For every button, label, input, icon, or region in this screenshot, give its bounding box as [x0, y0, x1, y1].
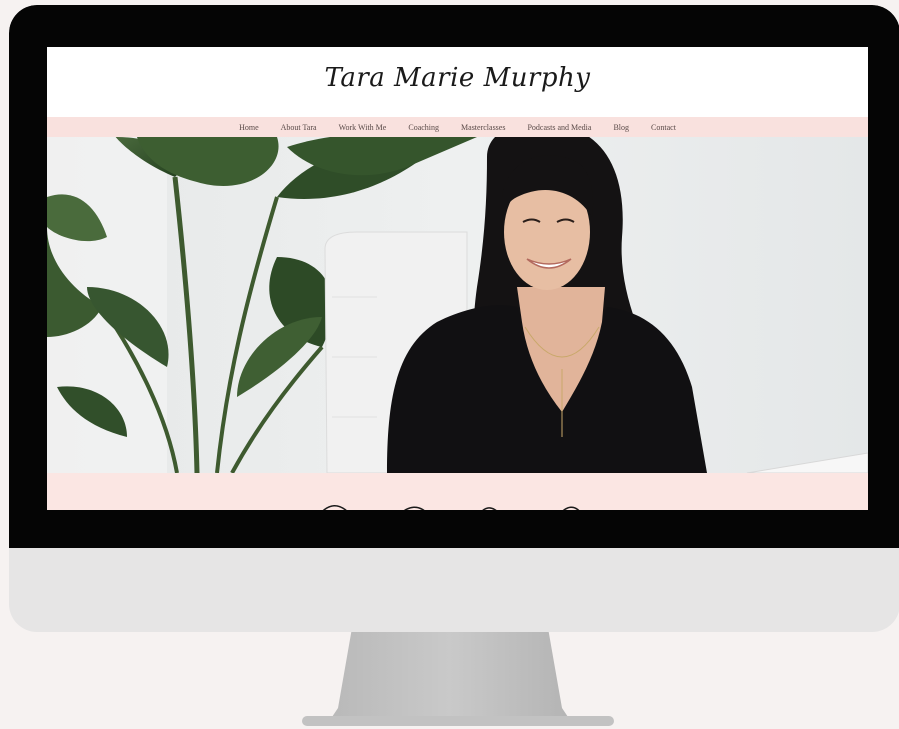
nav-item-masterclasses[interactable]: Masterclasses	[461, 123, 505, 132]
hero-photo-illustration	[47, 137, 868, 473]
site-header: Tara Marie Murphy	[47, 47, 868, 117]
hero-image	[47, 137, 868, 473]
monitor-stand-base	[302, 716, 614, 726]
intro-band	[47, 473, 868, 510]
script-heading-decoration	[322, 505, 580, 510]
nav-item-blog[interactable]: Blog	[613, 123, 629, 132]
nav-item-contact[interactable]: Contact	[651, 123, 676, 132]
website-screen: Tara Marie Murphy Home About Tara Work W…	[47, 47, 868, 510]
nav-item-home[interactable]: Home	[239, 123, 259, 132]
monitor-stand-neck	[330, 628, 570, 720]
main-nav: Home About Tara Work With Me Coaching Ma…	[47, 117, 868, 137]
monitor-bezel: Tara Marie Murphy Home About Tara Work W…	[9, 5, 899, 548]
nav-item-about[interactable]: About Tara	[281, 123, 317, 132]
nav-item-work-with-me[interactable]: Work With Me	[339, 123, 387, 132]
nav-item-podcasts-media[interactable]: Podcasts and Media	[527, 123, 591, 132]
nav-item-coaching[interactable]: Coaching	[408, 123, 439, 132]
monitor: Tara Marie Murphy Home About Tara Work W…	[9, 5, 899, 632]
site-logo[interactable]: Tara Marie Murphy	[47, 63, 868, 93]
